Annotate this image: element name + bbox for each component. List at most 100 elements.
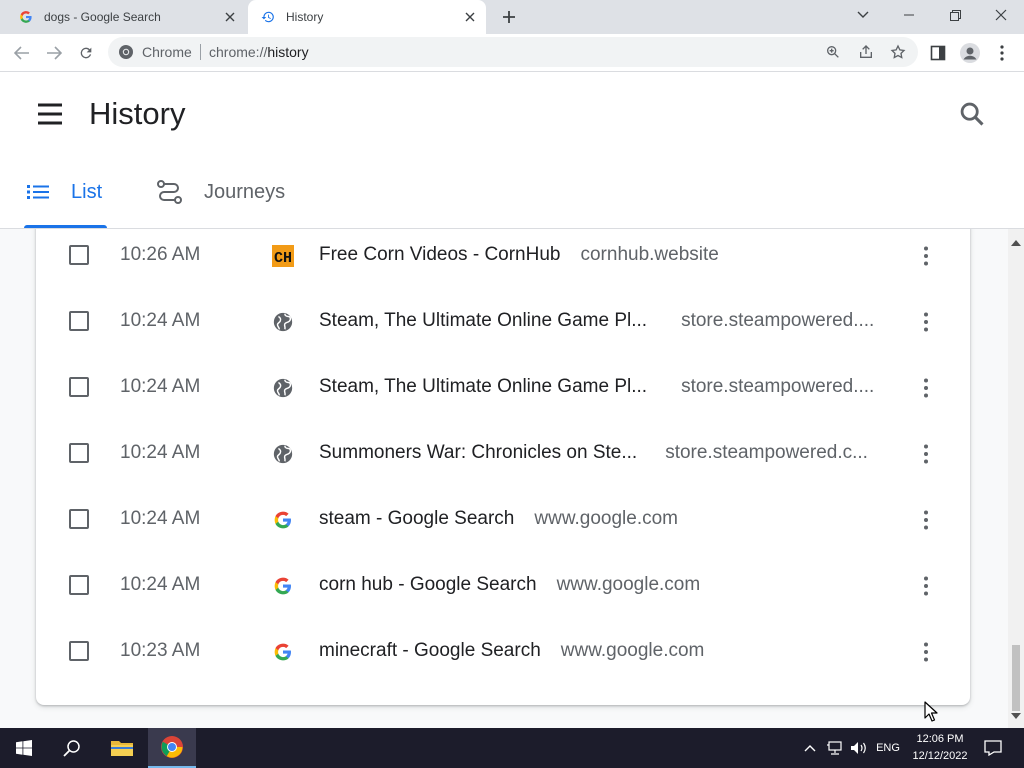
minimize-button[interactable] [886,0,932,30]
tab-title: dogs - Google Search [44,10,161,24]
url-text[interactable]: chrome://history [209,44,309,60]
entry-link[interactable]: Steam, The Ultimate Online Game Pl... sto… [319,310,874,332]
address-bar[interactable]: Chrome chrome://history [108,37,918,67]
entry-time: 10:24 AM [120,508,201,529]
bookmark-star-icon[interactable] [888,42,908,62]
site-chip[interactable]: Chrome [118,44,192,60]
share-icon[interactable] [856,42,876,62]
history-entry[interactable]: 10:23 AM minecraft - Google Search www.go… [36,618,970,684]
entry-link[interactable]: Free Corn Videos - CornHub cornhub.websit… [319,244,719,266]
entry-domain: cornhub.website [580,244,719,265]
chrome-icon [118,44,134,60]
windows-start-icon[interactable] [0,728,48,768]
mouse-cursor-icon [924,701,938,727]
close-tab-icon[interactable] [222,9,238,25]
tab-journeys[interactable]: Journeys [156,156,285,228]
entry-link[interactable]: corn hub - Google Search www.google.com [319,574,700,596]
clock-date: 12/12/2022 [912,750,968,762]
language-indicator[interactable]: ENG [872,728,904,768]
notifications-icon[interactable] [978,728,1008,768]
forward-button[interactable] [40,39,68,67]
google-g-icon [272,509,294,531]
new-tab-button[interactable] [498,7,520,27]
history-header: History [0,72,1024,156]
tab-search-chevron-icon[interactable] [840,0,886,30]
close-window-button[interactable] [978,0,1024,30]
taskbar-clock[interactable]: 12:06 PM 12/12/2022 [904,731,976,765]
zoom-icon[interactable] [823,42,843,62]
history-entry[interactable]: 10:26 AM CH Free Corn Videos - CornHub co… [36,229,970,288]
active-tab-indicator [24,225,107,228]
google-g-icon [272,575,294,597]
more-actions-icon[interactable] [914,376,938,400]
tab-dogs-google-search[interactable]: dogs - Google Search [0,0,246,34]
more-actions-icon[interactable] [914,310,938,334]
file-explorer-icon[interactable] [98,728,146,768]
entry-checkbox[interactable] [69,575,89,595]
url-host: history [267,44,309,60]
more-actions-icon[interactable] [914,574,938,598]
entry-link[interactable]: Steam, The Ultimate Online Game Pl... sto… [319,376,874,398]
more-actions-icon[interactable] [914,442,938,466]
profile-avatar-icon[interactable] [956,39,984,67]
back-button[interactable] [8,39,36,67]
more-actions-icon[interactable] [914,640,938,664]
svg-text:CH: CH [274,250,292,267]
side-panel-icon[interactable] [924,39,952,67]
page-scrollbar[interactable] [1008,229,1024,728]
entry-checkbox[interactable] [69,245,89,265]
entry-time: 10:24 AM [120,376,201,397]
cornhub-icon: CH [272,245,294,267]
entry-title: steam - Google Search [319,508,515,529]
tab-list[interactable]: List [24,156,108,228]
tab-title: History [286,10,324,24]
entry-title: Steam, The Ultimate Online Game Pl... [319,310,648,331]
entry-checkbox[interactable] [69,443,89,463]
scrollbar-thumb[interactable] [1012,645,1020,711]
taskbar-search-icon[interactable] [48,728,96,768]
journeys-icon [156,179,184,205]
entry-checkbox[interactable] [69,311,89,331]
network-icon[interactable] [824,728,846,768]
entry-link[interactable]: minecraft - Google Search www.google.com [319,640,704,662]
list-icon [27,184,49,200]
url-scheme: chrome:// [209,44,268,60]
entry-title: Free Corn Videos - CornHub [319,244,561,265]
entry-domain: www.google.com [534,508,678,529]
entry-checkbox[interactable] [69,509,89,529]
scroll-down-arrow-icon[interactable] [1011,706,1021,724]
entry-domain: www.google.com [556,574,701,595]
reload-button[interactable] [72,39,100,67]
google-g-icon [18,9,34,25]
entry-checkbox[interactable] [69,641,89,661]
history-tabs: List Journeys [0,156,1024,229]
restore-button[interactable] [932,0,978,30]
entry-checkbox[interactable] [69,377,89,397]
tab-history[interactable]: History [248,0,486,34]
page-title: History [89,96,186,131]
history-entry[interactable]: 10:24 AM Steam, The Ultimate Online Game… [36,354,970,420]
history-content: 10:26 AM CH Free Corn Videos - CornHub co… [0,229,1008,728]
chrome-menu-icon[interactable] [988,39,1016,67]
search-icon[interactable] [958,100,986,128]
entry-link[interactable]: steam - Google Search www.google.com [319,508,678,530]
google-g-icon [272,641,294,663]
history-entry[interactable]: 10:24 AM Steam, The Ultimate Online Game… [36,288,970,354]
history-entry[interactable]: 10:24 AM Summoners War: Chronicles on St… [36,420,970,486]
chrome-taskbar-icon[interactable] [148,728,196,768]
history-icon [260,9,276,25]
entry-time: 10:23 AM [120,640,201,661]
history-entry[interactable]: 10:24 AM corn hub - Google Search www.goo… [36,552,970,618]
history-card: 10:26 AM CH Free Corn Videos - CornHub co… [36,229,970,705]
entry-title: Summoners War: Chronicles on Ste... [319,442,638,463]
more-actions-icon[interactable] [914,244,938,268]
entry-link[interactable]: Summoners War: Chronicles on Ste... store… [319,442,868,464]
volume-icon[interactable] [848,728,870,768]
history-entry[interactable]: 10:24 AM steam - Google Search www.google… [36,486,970,552]
scroll-up-arrow-icon[interactable] [1011,233,1021,251]
more-actions-icon[interactable] [914,508,938,532]
menu-icon[interactable] [36,102,64,126]
show-hidden-icons-icon[interactable] [802,728,818,768]
entry-time: 10:24 AM [120,574,201,595]
close-tab-icon[interactable] [462,9,478,25]
